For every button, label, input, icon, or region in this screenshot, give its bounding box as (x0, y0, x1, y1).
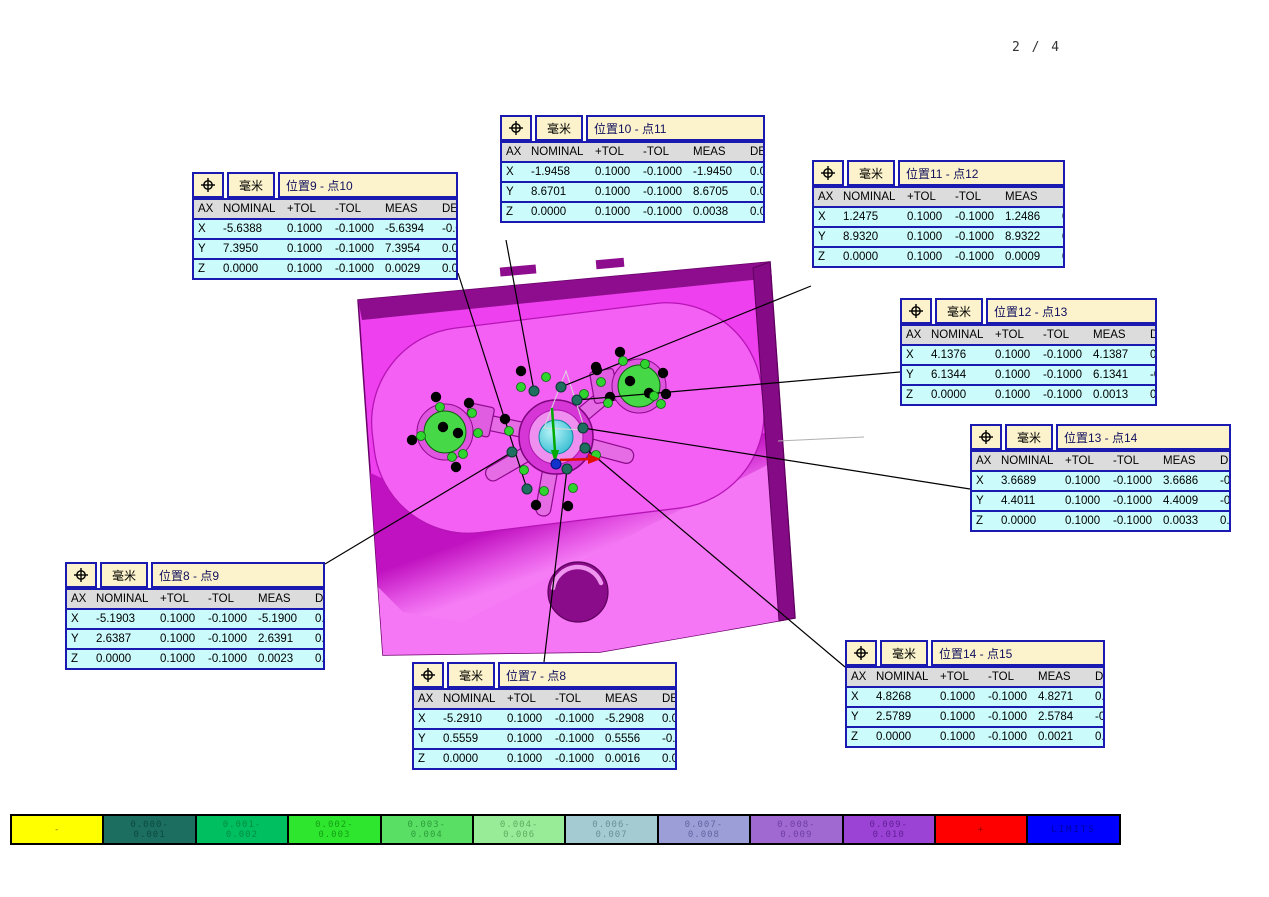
hit-point-dot (641, 360, 650, 369)
legend-range-line2: 0.002 (226, 830, 258, 840)
target-point-dot (431, 392, 441, 402)
legend-range-line2: 0.008 (688, 830, 720, 840)
legend-range-line1: + (978, 825, 984, 835)
hit-point-dot (468, 409, 477, 418)
top-edge-tab (596, 258, 625, 269)
target-point-dot (453, 428, 463, 438)
hit-point-dot (657, 400, 666, 409)
hit-point-dot (619, 357, 628, 366)
target-point-dot (563, 501, 573, 511)
legend-segment-0.002-: 0.002-0.003 (287, 814, 381, 845)
legend-segment-0.007-: 0.007-0.008 (657, 814, 751, 845)
hit-point-dot (517, 383, 526, 392)
legend-range-line1: 0.002- (315, 820, 354, 830)
target-point-dot (661, 389, 671, 399)
hit-point-dot (540, 487, 549, 496)
legend-segment-0.004-: 0.004-0.006 (472, 814, 566, 845)
measured-point-dot-pos10 (529, 386, 539, 396)
legend-segment-0.009-: 0.009-0.010 (842, 814, 936, 845)
hit-point-dot (474, 429, 483, 438)
measured-point-dot-pos9 (522, 484, 532, 494)
hit-point-dot (597, 378, 606, 387)
legend-range-line2: 0.001 (134, 830, 166, 840)
target-point-dot (407, 435, 417, 445)
legend-segment-limits: LIMITS (1026, 814, 1120, 845)
legend-range-line1: 0.009- (869, 820, 908, 830)
hit-point-dot (542, 373, 551, 382)
legend-segment-0.001-: 0.001-0.002 (195, 814, 289, 845)
measured-point-dot-pos7 (562, 464, 572, 474)
legend-range-line1: 0.008- (777, 820, 816, 830)
hit-point-dot (417, 432, 426, 441)
legend-range-line1: 0.003- (408, 820, 447, 830)
hit-point-dot (436, 403, 445, 412)
legend-range-line2: 0.007 (595, 830, 627, 840)
legend-range-line1: 0.006- (592, 820, 631, 830)
legend-segment-0.006-: 0.006-0.007 (564, 814, 658, 845)
hit-point-dot (520, 466, 529, 475)
target-point-dot (658, 368, 668, 378)
legend-segment-0.003-: 0.003-0.004 (380, 814, 474, 845)
hit-point-dot (459, 450, 468, 459)
target-point-dot (531, 500, 541, 510)
z-axis-origin (551, 459, 561, 469)
measured-point-dot-pos12 (572, 395, 582, 405)
legend-range-line2: 0.006 (503, 830, 535, 840)
measured-point-dot-pos8 (507, 447, 517, 457)
legend-range-line2: 0.009 (780, 830, 812, 840)
legend-range-line1: 0.000- (130, 820, 169, 830)
target-point-dot (500, 414, 510, 424)
target-point-dot (516, 366, 526, 376)
target-point-dot (615, 347, 625, 357)
target-point-dot (591, 362, 601, 372)
target-point-dot (438, 422, 448, 432)
measured-point-dot-pos13 (578, 423, 588, 433)
hit-point-dot (569, 484, 578, 493)
measured-point-dot-pos11 (556, 382, 566, 392)
legend-range-line1: 0.001- (223, 820, 262, 830)
target-point-dot (625, 376, 635, 386)
hit-point-dot (505, 427, 514, 436)
cad-model-viewport[interactable] (0, 0, 1269, 897)
legend-segment-0.000-: 0.000-0.001 (102, 814, 196, 845)
dimension-reference-line (778, 437, 864, 441)
hit-point-dot (650, 392, 659, 401)
top-edge-tab (500, 264, 537, 276)
legend-segment-0.008-: 0.008-0.009 (749, 814, 843, 845)
legend-range-line2: 0.010 (873, 830, 905, 840)
target-point-dot (451, 462, 461, 472)
legend-range-line1: LIMITS (1051, 825, 1096, 835)
legend-range-line2: 0.003 (318, 830, 350, 840)
legend-range-line1: - (54, 825, 60, 835)
legend-range-line1: 0.004- (500, 820, 539, 830)
legend-segment-plus: + (934, 814, 1028, 845)
hit-point-dot (604, 399, 613, 408)
part-hole (548, 562, 608, 622)
legend-range-line2: 0.004 (411, 830, 443, 840)
deviation-color-legend: -0.000-0.0010.001-0.0020.002-0.0030.003-… (10, 814, 1121, 845)
legend-segment-minus: - (10, 814, 104, 845)
measured-point-dot-pos14 (580, 443, 590, 453)
legend-range-line1: 0.007- (685, 820, 724, 830)
hit-point-dot (448, 453, 457, 462)
target-point-dot (464, 398, 474, 408)
page-number: 2 / 4 (1012, 40, 1061, 55)
report-page: 2 / 4 (0, 0, 1269, 897)
